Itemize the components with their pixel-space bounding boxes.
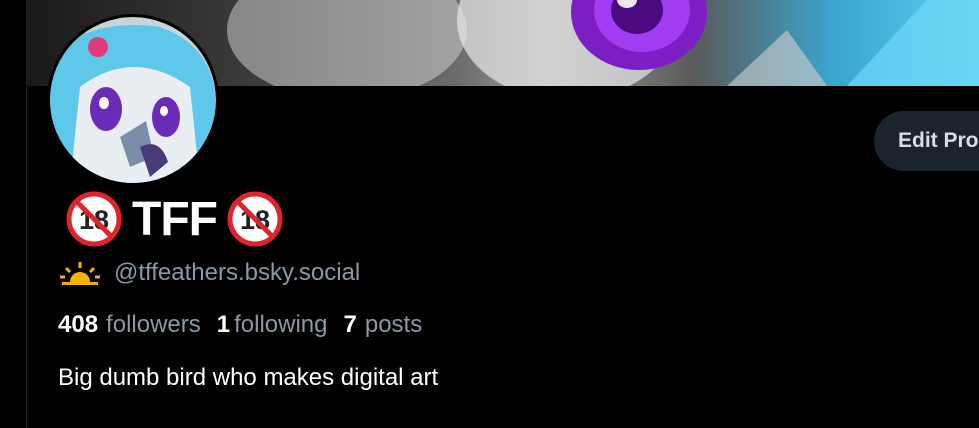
profile-stats: 408 followers 1 following 7 posts bbox=[58, 308, 438, 342]
edit-profile-button[interactable]: Edit Pro bbox=[874, 111, 979, 171]
posts-label: posts bbox=[364, 311, 423, 338]
profile-avatar[interactable] bbox=[47, 14, 219, 186]
avatar-artwork bbox=[50, 17, 216, 183]
profile-handle[interactable]: @tffeathers.bsky.social bbox=[114, 259, 360, 287]
display-name-row: 18 TFF 18 bbox=[66, 190, 283, 248]
following-label: following bbox=[234, 311, 328, 338]
profile-bio: Big dumb bird who makes digital art bbox=[58, 364, 439, 391]
display-name: TFF bbox=[132, 192, 218, 246]
following-link[interactable]: 1 following bbox=[217, 311, 328, 339]
posts-count: 7 bbox=[343, 311, 357, 338]
following-count: 1 bbox=[216, 311, 231, 338]
page-gutter bbox=[0, 0, 26, 428]
posts-stat: 7 posts bbox=[344, 311, 423, 339]
edit-profile-label: Edit Pro bbox=[898, 129, 979, 152]
followers-link[interactable]: 408 followers bbox=[58, 311, 201, 339]
followers-count: 408 bbox=[58, 311, 99, 338]
no-under-18-icon: 18 bbox=[227, 191, 283, 247]
sunrise-icon bbox=[60, 262, 100, 285]
handle-row: @tffeathers.bsky.social bbox=[60, 255, 360, 291]
no-under-18-icon: 18 bbox=[66, 191, 122, 247]
followers-label: followers bbox=[106, 311, 201, 338]
